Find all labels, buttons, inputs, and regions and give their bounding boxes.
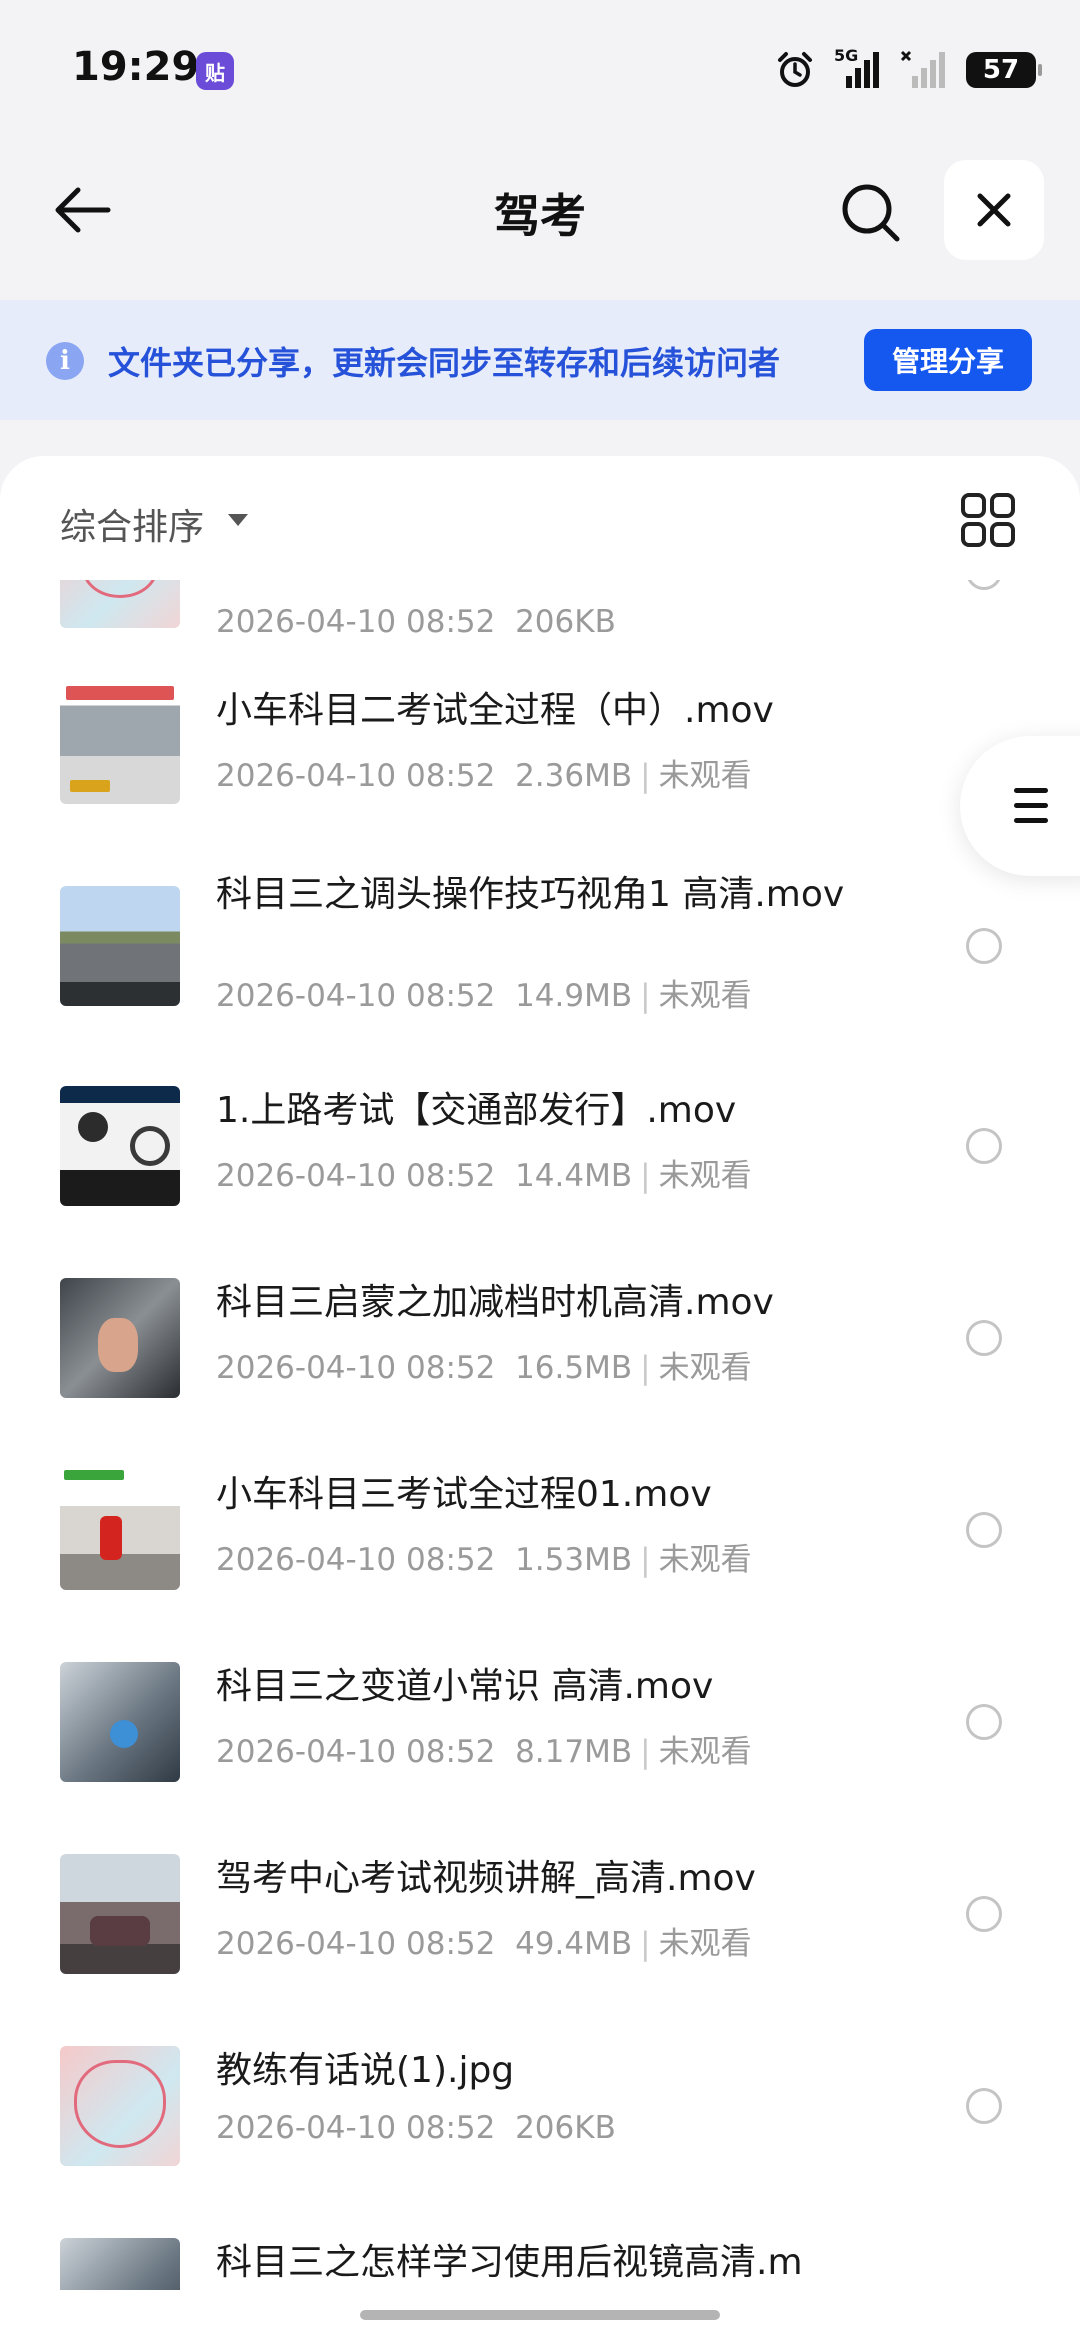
file-name: 1.上路考试【交通部发行】.mov — [216, 1090, 737, 1131]
select-radio[interactable] — [966, 1128, 1002, 1164]
file-meta: 2026-04-10 08:52 206KB — [216, 2110, 616, 2146]
list-item[interactable]: 1.上路考试【交通部发行】.mov 2026-04-10 08:52 14.4M… — [0, 1050, 1080, 1242]
battery-icon: 57 — [966, 52, 1042, 88]
status-indicators: 5G 57 — [776, 46, 1042, 92]
file-meta: 2026-04-10 08:52 14.4MB | 未观看 — [216, 1158, 752, 1194]
signal-no-service-icon — [900, 50, 945, 88]
file-thumbnail — [60, 684, 180, 804]
file-thumbnail — [60, 1086, 180, 1206]
file-name: 小车科目二考试全过程（中）.mov — [216, 690, 774, 731]
search-button[interactable] — [836, 178, 906, 248]
file-name: 科目三启蒙之加减档时机高清.mov — [216, 1282, 774, 1323]
file-thumbnail — [60, 580, 180, 628]
list-item[interactable]: 小车科目二考试全过程（中）.mov 2026-04-10 08:52 2.36M… — [0, 660, 1080, 852]
select-radio[interactable] — [966, 1320, 1002, 1356]
file-meta: 2026-04-10 08:52 8.17MB | 未观看 — [216, 1734, 752, 1770]
select-radio[interactable] — [966, 2088, 1002, 2124]
file-list: 2026-04-10 08:52 206KB 小车科目二考试全过程（中）.mov… — [0, 580, 1080, 2290]
file-thumbnail — [60, 2046, 180, 2166]
file-thumbnail — [60, 1278, 180, 1398]
file-meta: 2026-04-10 08:52 206KB — [216, 604, 616, 640]
page-title: 驾考 — [494, 189, 586, 243]
menu-icon — [1014, 788, 1048, 824]
status-time: 19:29 — [72, 44, 200, 90]
info-icon: i — [46, 342, 84, 380]
home-indicator[interactable] — [360, 2310, 720, 2320]
file-thumbnail — [60, 1470, 180, 1590]
file-thumbnail — [60, 2238, 180, 2290]
sort-bar: 综合排序 — [0, 456, 1080, 580]
select-radio[interactable] — [966, 1512, 1002, 1548]
file-name: 科目三之调头操作技巧视角1 高清.mov — [216, 874, 845, 915]
file-thumbnail — [60, 1662, 180, 1782]
file-name: 科目三之怎样学习使用后视镜高清.m — [216, 2242, 803, 2283]
file-name: 小车科目三考试全过程01.mov — [216, 1474, 712, 1515]
list-item[interactable]: 教练有话说(1).jpg 2026-04-10 08:52 206KB — [0, 2010, 1080, 2202]
manage-share-button[interactable]: 管理分享 — [864, 329, 1032, 391]
select-radio[interactable] — [966, 1704, 1002, 1740]
list-item[interactable]: 科目三启蒙之加减档时机高清.mov 2026-04-10 08:52 16.5M… — [0, 1242, 1080, 1434]
list-item[interactable]: 2026-04-10 08:52 206KB — [0, 580, 1080, 660]
list-item[interactable]: 驾考中心考试视频讲解_高清.mov 2026-04-10 08:52 49.4M… — [0, 1818, 1080, 2010]
file-meta: 2026-04-10 08:52 49.4MB | 未观看 — [216, 1926, 752, 1962]
select-radio[interactable] — [966, 1896, 1002, 1932]
select-radio[interactable] — [966, 928, 1002, 964]
sort-dropdown[interactable]: 综合排序 — [60, 498, 204, 550]
list-item[interactable]: 科目三之怎样学习使用后视镜高清.m — [0, 2202, 1080, 2290]
caret-down-icon[interactable] — [228, 514, 248, 526]
grid-view-icon[interactable] — [960, 492, 1016, 548]
app-notification-icon: 贴 — [196, 52, 234, 90]
file-meta: 2026-04-10 08:52 16.5MB | 未观看 — [216, 1350, 752, 1386]
list-item[interactable]: 科目三之调头操作技巧视角1 高清.mov 2026-04-10 08:52 14… — [0, 852, 1080, 1044]
signal-5g-icon: 5G — [834, 46, 880, 90]
close-button[interactable] — [944, 160, 1044, 260]
file-meta: 2026-04-10 08:52 1.53MB | 未观看 — [216, 1542, 752, 1578]
status-bar: 19:29 贴 5G 57 — [0, 0, 1080, 140]
select-radio[interactable] — [966, 580, 1002, 590]
file-name: 驾考中心考试视频讲解_高清.mov — [216, 1858, 756, 1899]
search-icon — [842, 184, 900, 242]
file-name: 科目三之变道小常识 高清.mov — [216, 1666, 714, 1707]
nav-bar: 驾考 — [0, 150, 1080, 270]
file-thumbnail — [60, 886, 180, 1006]
share-banner-text: 文件夹已分享，更新会同步至转存和后续访问者 — [108, 344, 781, 382]
share-banner: i 文件夹已分享，更新会同步至转存和后续访问者 管理分享 — [0, 300, 1080, 420]
file-meta: 2026-04-10 08:52 14.9MB | 未观看 — [216, 978, 752, 1014]
file-name: 教练有话说(1).jpg — [216, 2050, 515, 2091]
close-icon — [977, 193, 1011, 227]
list-item[interactable]: 小车科目三考试全过程01.mov 2026-04-10 08:52 1.53MB… — [0, 1434, 1080, 1626]
file-meta: 2026-04-10 08:52 2.36MB | 未观看 — [216, 758, 752, 794]
alarm-icon — [778, 52, 812, 87]
file-list-card: 综合排序 2026-04-10 08:52 206KB 小车科目二考试全过程（中… — [0, 456, 1080, 2344]
file-thumbnail — [60, 1854, 180, 1974]
list-item[interactable]: 科目三之变道小常识 高清.mov 2026-04-10 08:52 8.17MB… — [0, 1626, 1080, 1818]
